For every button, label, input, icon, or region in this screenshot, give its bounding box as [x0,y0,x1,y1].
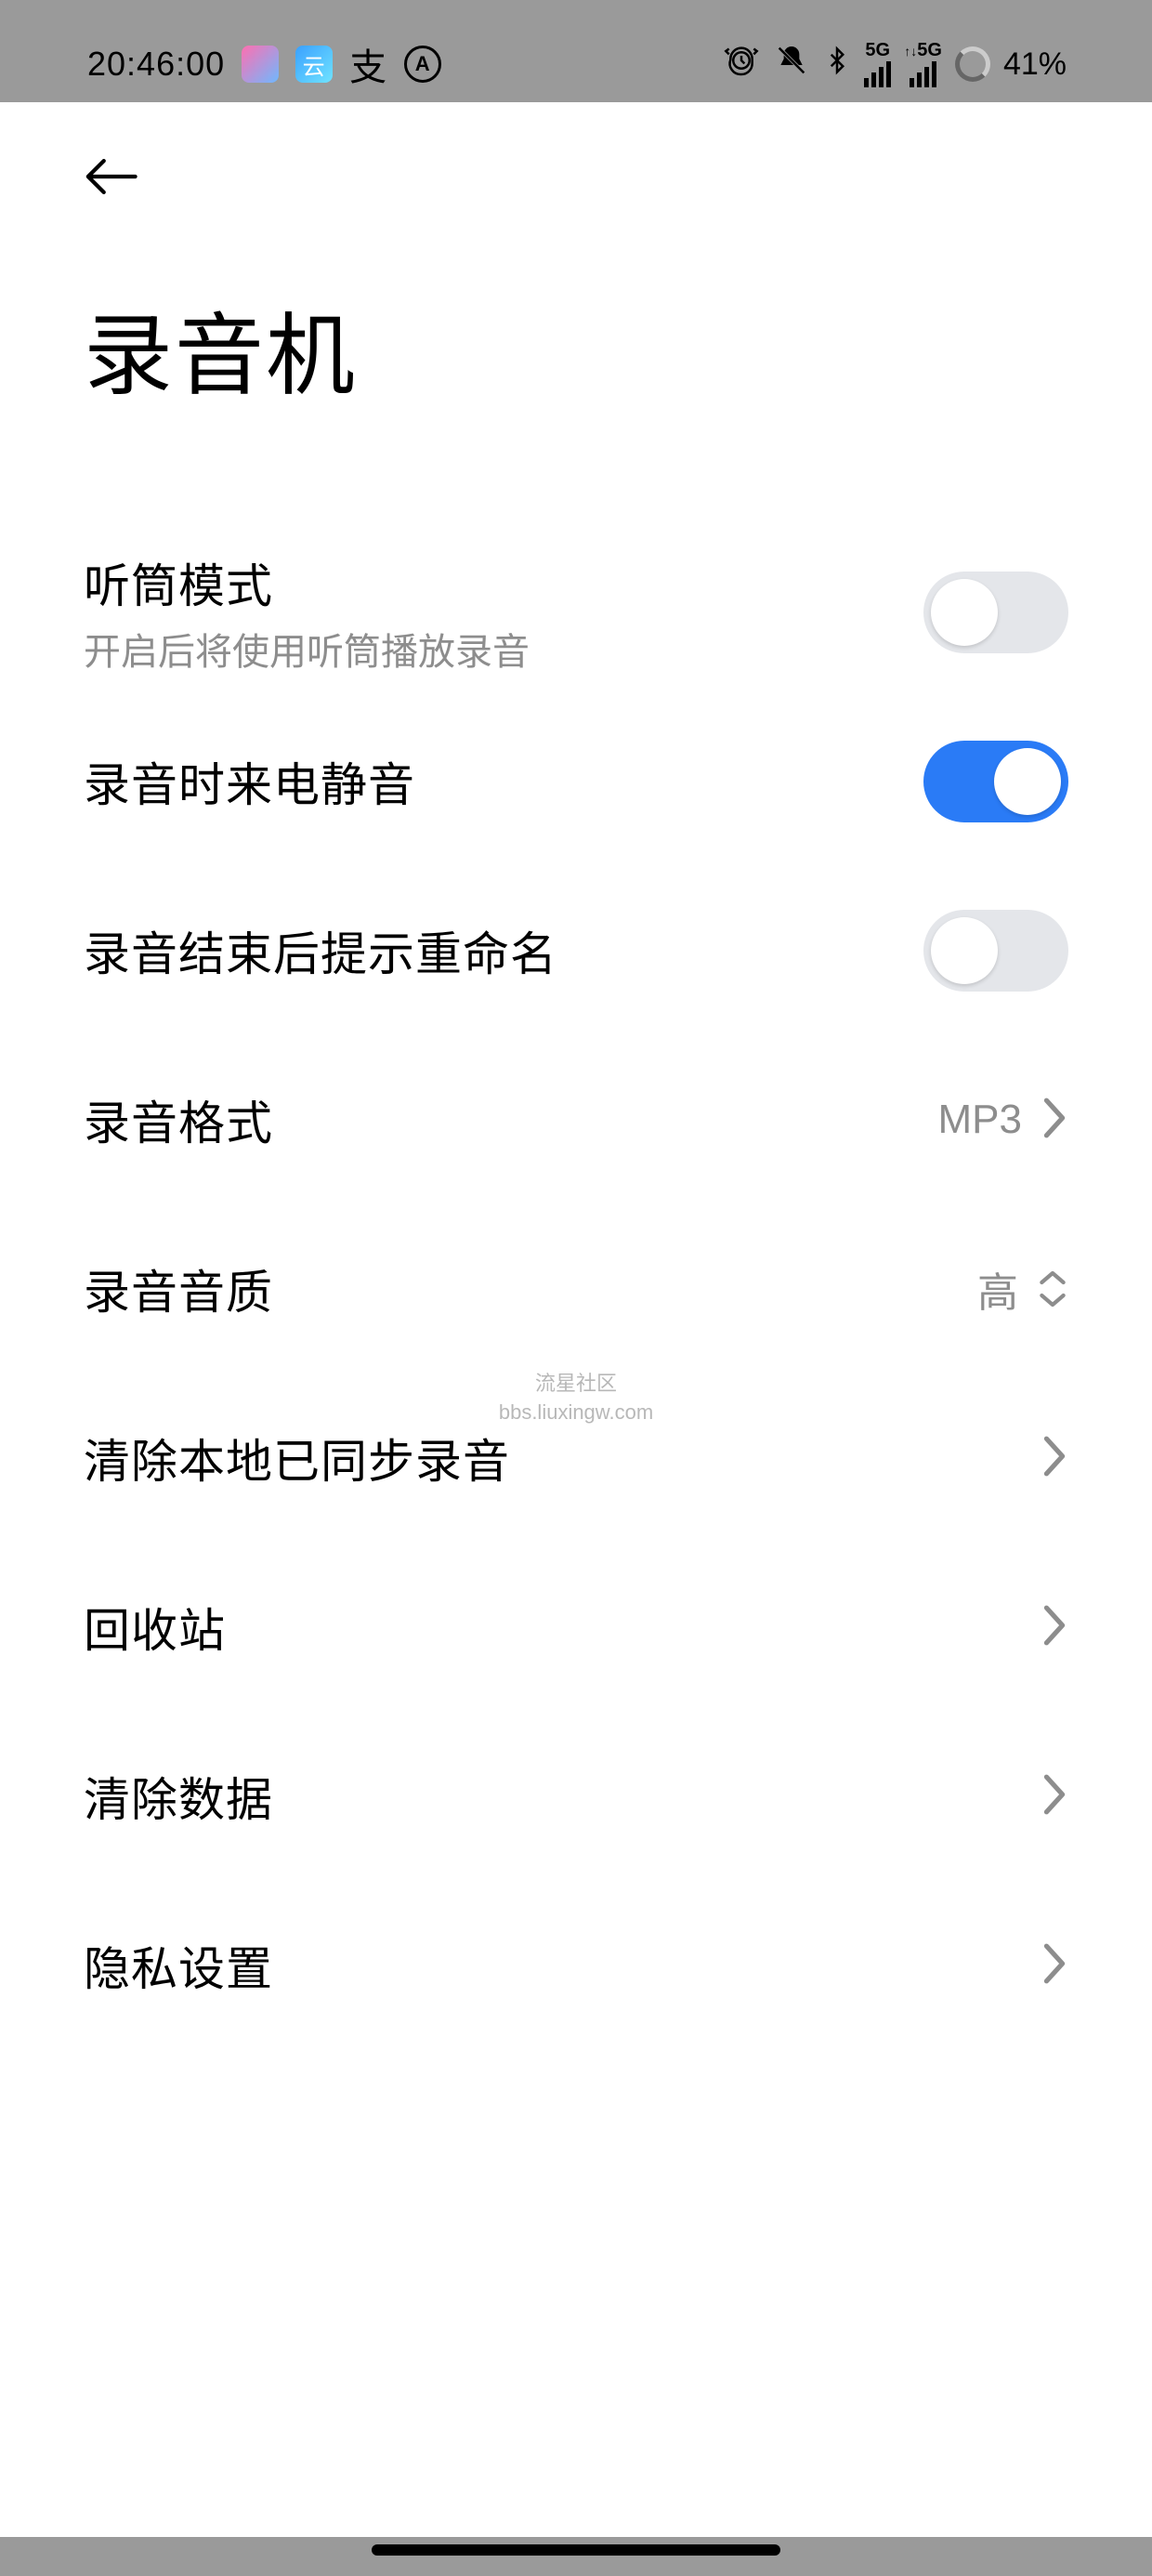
row-clear-synced[interactable]: 清除本地已同步录音 [84,1373,1068,1543]
ad-block-icon: A [404,46,441,83]
chevron-right-icon [1041,1941,1068,1991]
app-icon-2: 云 [295,46,333,83]
status-time: 20:46:00 [87,45,225,84]
chevron-right-icon [1041,1096,1068,1145]
battery-percent: 41% [1003,46,1067,83]
chevron-right-icon [1041,1603,1068,1652]
row-value: MP3 [938,1097,1022,1143]
row-title: 听筒模式 [84,549,530,616]
row-recording-format[interactable]: 录音格式 MP3 [84,1035,1068,1204]
row-recycle-bin[interactable]: 回收站 [84,1543,1068,1712]
status-right: 5G ↑↓5G 41% [723,41,1067,87]
signal-1: 5G [864,41,891,87]
row-title: 清除本地已同步录音 [84,1425,510,1492]
status-bar: 20:46:00 云 支 A 5G ↑↓5G [0,26,1152,102]
row-title: 录音格式 [84,1086,273,1153]
status-left: 20:46:00 云 支 A [87,37,441,91]
signal-2: ↑↓5G [904,41,942,87]
row-subtitle: 开启后将使用听筒播放录音 [84,622,530,676]
app-content: 录音机 听筒模式 开启后将使用听筒播放录音 录音时来电静音 录音 [0,102,1152,2537]
gesture-bar[interactable] [372,2544,780,2556]
row-title: 回收站 [84,1594,226,1661]
toggle-rename-prompt[interactable] [923,910,1068,992]
bluetooth-icon [823,42,851,87]
alipay-icon: 支 [349,37,387,91]
row-earpiece-mode[interactable]: 听筒模式 开启后将使用听筒播放录音 [84,528,1068,697]
row-rename-prompt[interactable]: 录音结束后提示重命名 [84,866,1068,1035]
row-title: 录音音质 [84,1255,273,1322]
row-recording-quality[interactable]: 录音音质 高 [84,1204,1068,1373]
loading-spinner-icon [955,46,990,82]
row-title: 录音结束后提示重命名 [84,917,557,984]
app-icon-1 [242,46,279,83]
back-button[interactable] [84,187,137,203]
alarm-icon [723,42,760,87]
toggle-earpiece-mode[interactable] [923,572,1068,653]
chevron-right-icon [1041,1772,1068,1821]
chevron-right-icon [1041,1434,1068,1483]
up-down-icon [1037,1268,1068,1309]
signal-bars-icon [910,59,936,87]
row-privacy[interactable]: 隐私设置 [84,1881,1068,2050]
mute-icon [773,42,810,87]
row-title: 录音时来电静音 [84,748,415,815]
toggle-mute-incoming-call[interactable] [923,741,1068,822]
row-value: 高 [977,1259,1018,1319]
row-title: 清除数据 [84,1763,273,1830]
row-title: 隐私设置 [84,1932,273,1999]
signal-bars-icon [864,59,891,87]
row-mute-incoming-call[interactable]: 录音时来电静音 [84,697,1068,866]
row-clear-data[interactable]: 清除数据 [84,1712,1068,1881]
page-title: 录音机 [84,204,1068,439]
